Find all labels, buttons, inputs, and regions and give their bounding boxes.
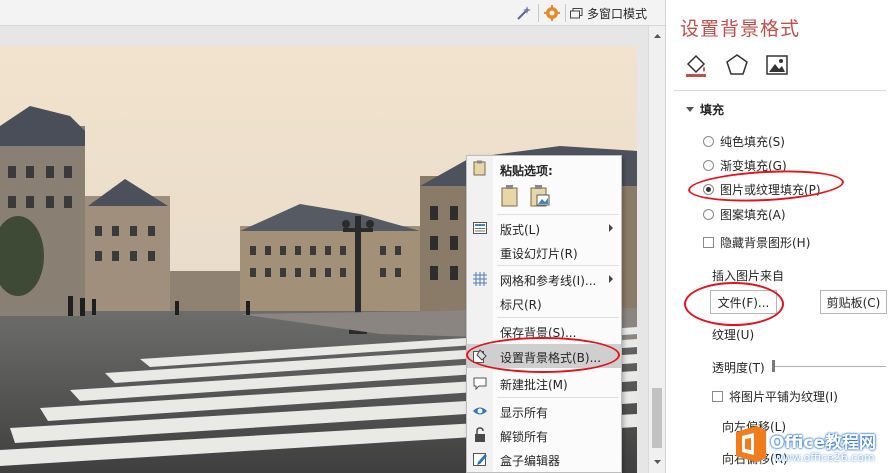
multi-window-button[interactable]: 多窗口模式 — [570, 5, 647, 21]
vertical-scrollbar[interactable] — [648, 26, 665, 473]
radio-pattern-fill[interactable]: 图案填充(A) — [703, 206, 786, 222]
menu-item-format-background[interactable]: 设置背景格式(B)... — [467, 344, 621, 368]
menu-item-label: 网格和参考线(I)... — [500, 274, 597, 288]
scroll-up-icon[interactable] — [652, 31, 663, 42]
transparency-slider-handle[interactable] — [772, 360, 775, 372]
watermark-url: www.office26.com — [774, 451, 875, 464]
tile-picture-row[interactable]: 将图片平铺为纹理(I) — [712, 388, 838, 404]
paste-options-header: 粘贴选项: — [500, 164, 553, 178]
toolbar-divider — [538, 4, 539, 22]
format-background-pane: 设置背景格式 填充 纯色填充(S) 渐变填充(G) 图片或纹理填充(P) 图案填… — [665, 0, 892, 473]
scroll-down-icon[interactable] — [652, 456, 663, 467]
menu-item-label: 保存背景(S)... — [500, 326, 577, 340]
paste-keep-format-icon[interactable] — [500, 184, 522, 208]
format-background-icon — [472, 348, 488, 364]
radio-label: 纯色填充(S) — [720, 134, 785, 149]
file-button[interactable]: 文件(F)... — [710, 290, 777, 314]
layout-icon — [472, 220, 488, 236]
toolbar-divider — [565, 4, 566, 22]
radio-button[interactable] — [703, 208, 714, 220]
picture-tab-icon[interactable] — [764, 52, 790, 78]
menu-item-label: 解锁所有 — [500, 430, 549, 444]
radio-button[interactable] — [703, 135, 714, 147]
fill-tab-icon[interactable] — [684, 52, 710, 78]
menu-item-label: 版式(L) — [500, 223, 541, 237]
menu-separator — [497, 397, 619, 398]
texture-label: 纹理(U) — [712, 328, 755, 342]
fill-section-label: 填充 — [700, 103, 725, 117]
radio-label: 图案填充(A) — [720, 207, 786, 222]
edit-icon — [472, 451, 488, 467]
radio-button[interactable] — [703, 159, 714, 171]
menu-item-ruler[interactable]: 标尺(R) — [467, 291, 621, 315]
checkbox-label: 将图片平铺为纹理(I) — [729, 389, 838, 404]
paste-as-picture-icon[interactable] — [529, 184, 551, 208]
magic-wand-icon[interactable] — [515, 4, 533, 22]
menu-item-layout[interactable]: 版式(L) — [467, 216, 621, 240]
radio-solid-fill[interactable]: 纯色填充(S) — [703, 133, 785, 149]
menu-item-label: 标尺(R) — [500, 298, 542, 312]
checkbox[interactable] — [703, 236, 714, 248]
radio-gradient-fill[interactable]: 渐变填充(G) — [703, 157, 787, 173]
menu-item-grid-guides[interactable]: 网格和参考线(I)... — [467, 267, 621, 291]
menu-item-new-comment[interactable]: 新建批注(M) — [467, 371, 621, 395]
menu-item-label: 显示所有 — [500, 406, 549, 420]
menu-item-label: 重设幻灯片(R) — [500, 247, 578, 261]
submenu-arrow-icon — [609, 224, 613, 232]
menu-item-box-editor[interactable]: 盒子编辑器 — [467, 447, 621, 471]
menu-item-label: 新建批注(M) — [500, 378, 568, 392]
menu-item-reset-slide[interactable]: 重设幻灯片(R) — [467, 240, 621, 264]
checkbox[interactable] — [712, 390, 723, 402]
menu-item-show-all[interactable]: 显示所有 — [467, 399, 621, 423]
transparency-label: 透明度(T) — [712, 361, 765, 375]
clipboard-button[interactable]: 剪贴板(C) — [820, 290, 887, 314]
top-toolbar: 多窗口模式 — [0, 0, 665, 26]
menu-separator — [497, 317, 619, 318]
gear-icon[interactable] — [543, 4, 561, 22]
grid-icon — [472, 271, 488, 287]
hide-background-graphics-row[interactable]: 隐藏背景图形(H) — [703, 234, 810, 250]
menu-separator — [497, 214, 619, 215]
office-logo-icon — [732, 424, 770, 464]
pane-divider — [674, 90, 886, 91]
radio-label: 渐变填充(G) — [720, 158, 787, 173]
fill-section-header[interactable]: 填充 — [686, 101, 724, 118]
comment-icon — [472, 375, 488, 391]
scrollbar-thumb[interactable] — [652, 388, 662, 448]
radio-picture-fill[interactable]: 图片或纹理填充(P) — [703, 181, 821, 197]
unlock-icon — [472, 427, 488, 443]
transparency-slider-track[interactable] — [774, 366, 886, 367]
paste-icon — [472, 160, 488, 176]
collapse-triangle-icon — [686, 107, 694, 112]
checkbox-label: 隐藏背景图形(H) — [720, 235, 811, 250]
eye-icon — [472, 403, 488, 419]
menu-item-label: 盒子编辑器 — [500, 454, 561, 468]
submenu-arrow-icon — [609, 275, 613, 283]
watermark: Office教程网 www.office26.com — [730, 420, 892, 473]
multi-window-icon — [570, 7, 583, 19]
effects-tab-icon[interactable] — [724, 52, 750, 78]
menu-item-label: 设置背景格式(B)... — [500, 351, 602, 365]
multi-window-label: 多窗口模式 — [587, 6, 648, 21]
watermark-title: Office教程网 — [770, 433, 877, 453]
menu-item-save-background[interactable]: 保存背景(S)... — [467, 319, 621, 343]
context-menu: 粘贴选项: 版式(L) 重设幻灯片(R) 网格和参考线(I)... 标尺(R) … — [466, 155, 622, 473]
menu-item-unlock-all[interactable]: 解锁所有 — [467, 423, 621, 447]
menu-separator — [497, 265, 619, 266]
radio-label: 图片或纹理填充(P) — [720, 182, 821, 197]
insert-picture-from-label: 插入图片来自 — [712, 269, 785, 283]
radio-button-selected[interactable] — [703, 183, 714, 195]
pane-title: 设置背景格式 — [680, 18, 801, 40]
